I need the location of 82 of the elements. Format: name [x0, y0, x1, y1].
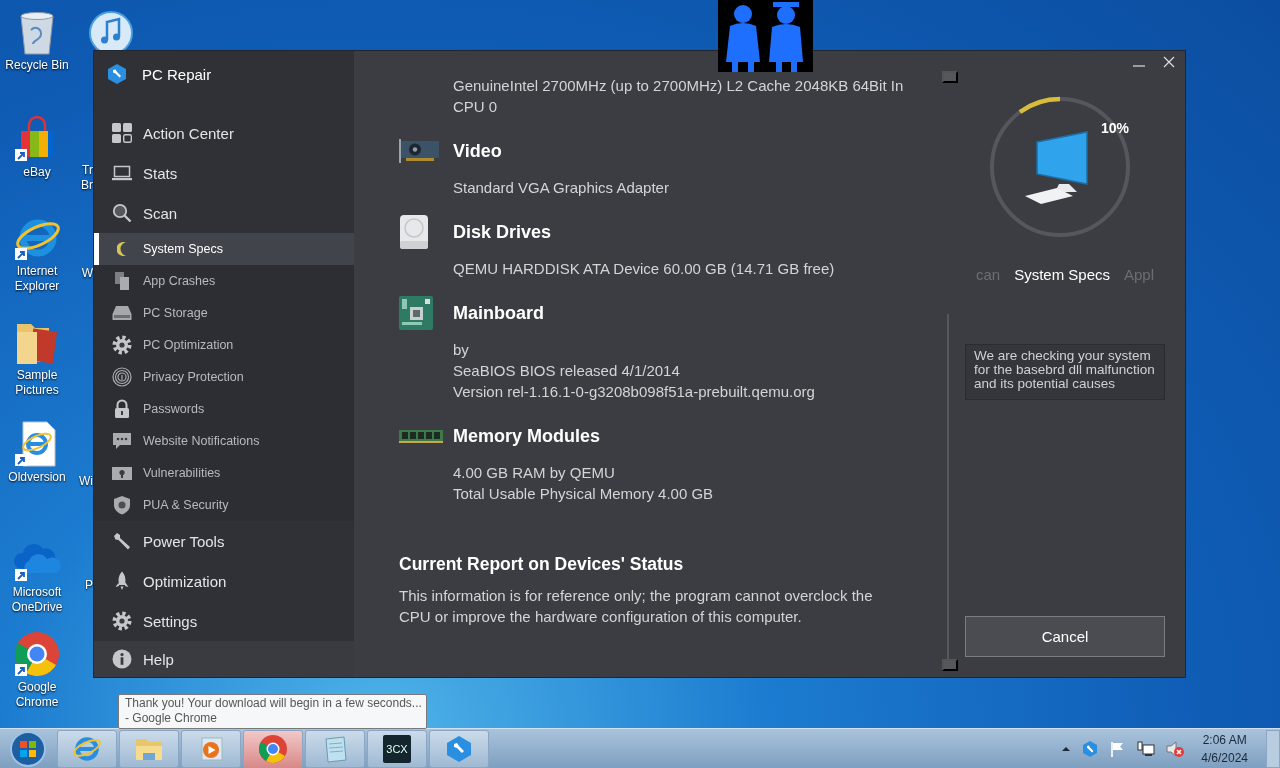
- tooltip-text: - Google Chrome: [125, 711, 219, 726]
- icon-label[interactable]: Wi: [79, 474, 93, 489]
- chat-icon: [112, 431, 132, 451]
- gear-icon: [112, 611, 132, 631]
- icon-label[interactable]: Microsoft OneDrive: [1, 585, 73, 615]
- nav-item[interactable]: Settings: [94, 601, 354, 641]
- gear-icon: [112, 335, 132, 355]
- icon-label[interactable]: Tr: [82, 163, 93, 178]
- hexagon-icon[interactable]: [1081, 739, 1100, 758]
- hexagon-icon: [106, 63, 128, 85]
- report-title: Current Report on Devices' Status: [399, 553, 685, 576]
- browser-icon: [258, 733, 288, 764]
- nav-item[interactable]: Help: [94, 641, 354, 677]
- taskbar-button[interactable]: [57, 729, 117, 768]
- app-logo: 3CX: [383, 734, 411, 763]
- spec-text: 4.00 GB RAM by QEMU: [452, 463, 616, 483]
- scroll-up-button[interactable]: [942, 71, 958, 83]
- close-icon: [1161, 54, 1177, 70]
- clock-date: 4/6/2024: [1201, 749, 1248, 767]
- spec-text: Version rel-1.16.1-0-g3208b098f51a-prebuilt.qemu.org: [452, 382, 816, 402]
- speaker-muted-icon[interactable]: [1165, 739, 1186, 758]
- memory-stick-icon: [399, 428, 443, 444]
- nav-item[interactable]: System Specs: [94, 233, 354, 265]
- disk-drive-icon: [399, 214, 429, 250]
- mainboard-icon: [399, 296, 433, 330]
- icon-label[interactable]: Oldversion: [8, 470, 66, 485]
- icon-label[interactable]: W: [81, 266, 93, 281]
- spec-text: Total Usable Physical Memory 4.00 GB: [452, 484, 715, 504]
- cancel-button[interactable]: Cancel: [965, 616, 1165, 657]
- nav-item[interactable]: Scan: [94, 193, 354, 233]
- icon-label[interactable]: Google Chrome: [1, 680, 73, 710]
- icon-label[interactable]: Recycle Bin: [5, 58, 69, 73]
- network-icon[interactable]: [1137, 739, 1156, 758]
- section-title: Mainboard: [453, 302, 544, 325]
- nav-item[interactable]: Power Tools: [94, 521, 354, 561]
- crescent-icon: [117, 242, 127, 256]
- scroll-down-button[interactable]: [942, 659, 958, 671]
- app-title: PC Repair: [142, 65, 212, 83]
- taskbar-button[interactable]: [181, 729, 241, 768]
- taskbar-button[interactable]: 3CX: [367, 729, 427, 768]
- wrench-icon: [112, 531, 132, 551]
- grid-icon: [112, 123, 132, 143]
- nav-item[interactable]: Stats: [94, 153, 354, 193]
- icon-label[interactable]: Internet Explorer: [1, 264, 73, 294]
- report-text: This information is for reference only; the program cannot overclock the CPU or improve the hardware configuration of this computer.: [399, 586, 874, 627]
- music-note-icon[interactable]: [88, 10, 134, 50]
- spec-text: SeaBIOS BIOS released 4/1/2014: [452, 361, 681, 381]
- step-label: System Specs: [1014, 265, 1110, 285]
- browser-icon[interactable]: [13, 630, 61, 678]
- progress-percent: 10%: [1101, 120, 1130, 136]
- tooltip-text: Thank you! Your download will begin in a few seconds...: [125, 696, 420, 711]
- spec-text: GenuineIntel 2700MHz (up to 2700MHz) L2 Cache 2048KB 64Bit In: [452, 76, 905, 96]
- nav-item[interactable]: Optimization: [94, 561, 354, 601]
- minimize-icon: [1133, 64, 1145, 67]
- spec-text: Standard VGA Graphics Adapter: [452, 178, 670, 198]
- search-icon: [112, 203, 132, 223]
- lock-icon: [112, 399, 132, 419]
- shield-icon: [112, 495, 132, 515]
- spec-text: CPU 0: [452, 97, 499, 117]
- icon-label[interactable]: Br: [81, 178, 93, 193]
- section-title: Disk Drives: [453, 221, 552, 244]
- section-title: Video: [453, 140, 502, 163]
- spec-text: by: [452, 340, 470, 360]
- clock-time: 2:06 AM: [1202, 731, 1247, 749]
- status-message: We are checking your system for the basebrd dll malfunction and its potential causes: [965, 344, 1165, 400]
- close-button[interactable]: [1161, 54, 1177, 70]
- documents-icon: [112, 271, 132, 291]
- info-icon: [112, 649, 132, 669]
- icon-label[interactable]: P: [85, 578, 93, 593]
- nav-item[interactable]: Action Center: [94, 113, 354, 153]
- video-card-icon: [399, 138, 441, 164]
- computer-icon: [1025, 131, 1088, 204]
- fingerprint-icon: [112, 367, 132, 387]
- spec-text: QEMU HARDDISK ATA Device 60.00 GB (14.71 GB free): [452, 259, 836, 279]
- laptop-icon: [112, 163, 132, 183]
- drive-icon: [112, 303, 132, 323]
- section-title: Memory Modules: [453, 425, 601, 448]
- taskbar-button[interactable]: [243, 729, 303, 768]
- taskbar-button[interactable]: [429, 729, 489, 768]
- icon-label[interactable]: eBay: [23, 165, 51, 180]
- hexagon-icon: [444, 733, 474, 764]
- icon-label[interactable]: Sample Pictures: [1, 368, 73, 398]
